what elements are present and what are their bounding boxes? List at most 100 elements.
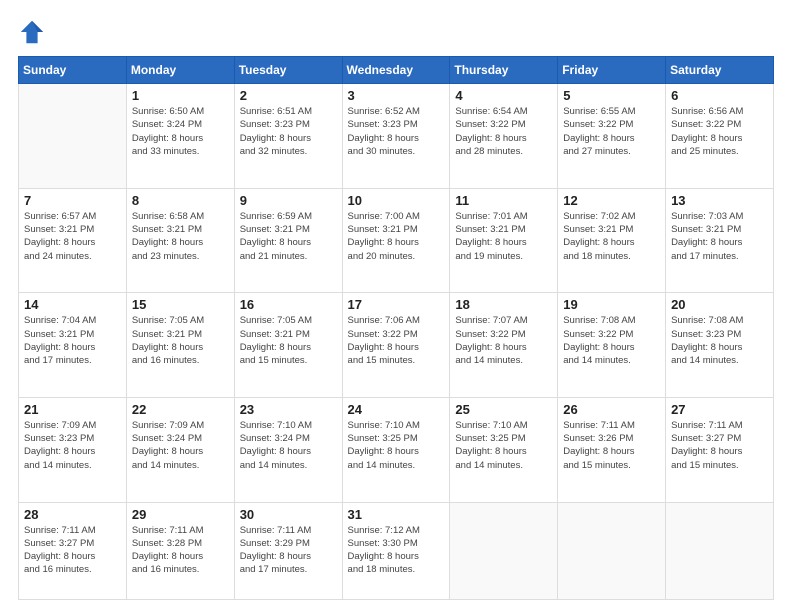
day-number: 4 xyxy=(455,88,552,103)
calendar-cell: 6 Sunrise: 6:56 AMSunset: 3:22 PMDaylight… xyxy=(666,84,774,189)
calendar-cell: 24 Sunrise: 7:10 AMSunset: 3:25 PMDayligh… xyxy=(342,397,450,502)
calendar-week-row: 1Sunrise: 6:50 AMSunset: 3:24 PMDaylight… xyxy=(19,84,774,189)
day-number: 9 xyxy=(240,193,337,208)
cell-info: Sunrise: 7:05 AMSunset: 3:21 PMDaylight:… xyxy=(132,314,229,367)
day-number: 16 xyxy=(240,297,337,312)
calendar-week-row: 21Sunrise: 7:09 AMSunset: 3:23 PMDayligh… xyxy=(19,397,774,502)
day-number: 23 xyxy=(240,402,337,417)
cell-info: Sunrise: 7:01 AMSunset: 3:21 PMDaylight:… xyxy=(455,210,552,263)
day-number: 12 xyxy=(563,193,660,208)
day-number: 28 xyxy=(24,507,121,522)
calendar-table: SundayMondayTuesdayWednesdayThursdayFrid… xyxy=(18,56,774,600)
day-number: 11 xyxy=(455,193,552,208)
calendar-cell: 27 Sunrise: 7:11 AMSunset: 3:27 PMDayligh… xyxy=(666,397,774,502)
day-number: 25 xyxy=(455,402,552,417)
calendar-cell: 28 Sunrise: 7:11 AMSunset: 3:27 PMDayligh… xyxy=(19,502,127,600)
day-number: 18 xyxy=(455,297,552,312)
day-number: 13 xyxy=(671,193,768,208)
cell-info: Sunrise: 7:10 AMSunset: 3:25 PMDaylight:… xyxy=(455,419,552,472)
cell-info: Sunrise: 6:58 AMSunset: 3:21 PMDaylight:… xyxy=(132,210,229,263)
calendar-cell: 31 Sunrise: 7:12 AMSunset: 3:30 PMDayligh… xyxy=(342,502,450,600)
calendar-cell: 12Sunrise: 7:02 AMSunset: 3:21 PMDayligh… xyxy=(558,188,666,293)
cell-info: Sunrise: 6:57 AMSunset: 3:21 PMDaylight:… xyxy=(24,210,121,263)
calendar-day-header: Friday xyxy=(558,57,666,84)
calendar-cell: 29 Sunrise: 7:11 AMSunset: 3:28 PMDayligh… xyxy=(126,502,234,600)
day-number: 15 xyxy=(132,297,229,312)
calendar-week-row: 28 Sunrise: 7:11 AMSunset: 3:27 PMDayligh… xyxy=(19,502,774,600)
cell-info: Sunrise: 7:04 AMSunset: 3:21 PMDaylight:… xyxy=(24,314,121,367)
day-number: 2 xyxy=(240,88,337,103)
calendar-cell xyxy=(558,502,666,600)
day-number: 14 xyxy=(24,297,121,312)
calendar-cell: 19 Sunrise: 7:08 AMSunset: 3:22 PMDayligh… xyxy=(558,293,666,398)
cell-info: Sunrise: 7:10 AMSunset: 3:25 PMDaylight:… xyxy=(348,419,445,472)
day-number: 3 xyxy=(348,88,445,103)
cell-info: Sunrise: 6:55 AMSunset: 3:22 PMDaylight:… xyxy=(563,105,660,158)
cell-info: Sunrise: 7:08 AMSunset: 3:23 PMDaylight:… xyxy=(671,314,768,367)
cell-info: Sunrise: 7:09 AMSunset: 3:24 PMDaylight:… xyxy=(132,419,229,472)
cell-info: Sunrise: 7:07 AMSunset: 3:22 PMDaylight:… xyxy=(455,314,552,367)
calendar-cell: 9 Sunrise: 6:59 AMSunset: 3:21 PMDaylight… xyxy=(234,188,342,293)
cell-info: Sunrise: 6:51 AMSunset: 3:23 PMDaylight:… xyxy=(240,105,337,158)
cell-info: Sunrise: 7:08 AMSunset: 3:22 PMDaylight:… xyxy=(563,314,660,367)
day-number: 27 xyxy=(671,402,768,417)
day-number: 19 xyxy=(563,297,660,312)
calendar-cell: 8Sunrise: 6:58 AMSunset: 3:21 PMDaylight… xyxy=(126,188,234,293)
calendar-header-row: SundayMondayTuesdayWednesdayThursdayFrid… xyxy=(19,57,774,84)
day-number: 17 xyxy=(348,297,445,312)
cell-info: Sunrise: 6:59 AMSunset: 3:21 PMDaylight:… xyxy=(240,210,337,263)
calendar-cell: 7 Sunrise: 6:57 AMSunset: 3:21 PMDaylight… xyxy=(19,188,127,293)
day-number: 22 xyxy=(132,402,229,417)
calendar-cell: 10 Sunrise: 7:00 AMSunset: 3:21 PMDayligh… xyxy=(342,188,450,293)
cell-info: Sunrise: 7:11 AMSunset: 3:28 PMDaylight:… xyxy=(132,524,229,577)
day-number: 21 xyxy=(24,402,121,417)
day-number: 7 xyxy=(24,193,121,208)
day-number: 30 xyxy=(240,507,337,522)
cell-info: Sunrise: 6:52 AMSunset: 3:23 PMDaylight:… xyxy=(348,105,445,158)
cell-info: Sunrise: 7:00 AMSunset: 3:21 PMDaylight:… xyxy=(348,210,445,263)
calendar-cell: 1Sunrise: 6:50 AMSunset: 3:24 PMDaylight… xyxy=(126,84,234,189)
day-number: 29 xyxy=(132,507,229,522)
cell-info: Sunrise: 7:05 AMSunset: 3:21 PMDaylight:… xyxy=(240,314,337,367)
header xyxy=(18,18,774,46)
calendar-cell: 18 Sunrise: 7:07 AMSunset: 3:22 PMDayligh… xyxy=(450,293,558,398)
calendar-day-header: Saturday xyxy=(666,57,774,84)
calendar-cell xyxy=(19,84,127,189)
day-number: 26 xyxy=(563,402,660,417)
calendar-cell: 5Sunrise: 6:55 AMSunset: 3:22 PMDaylight… xyxy=(558,84,666,189)
calendar-cell: 21Sunrise: 7:09 AMSunset: 3:23 PMDayligh… xyxy=(19,397,127,502)
cell-info: Sunrise: 7:11 AMSunset: 3:27 PMDaylight:… xyxy=(671,419,768,472)
page: SundayMondayTuesdayWednesdayThursdayFrid… xyxy=(0,0,792,612)
cell-info: Sunrise: 6:54 AMSunset: 3:22 PMDaylight:… xyxy=(455,105,552,158)
calendar-cell: 25 Sunrise: 7:10 AMSunset: 3:25 PMDayligh… xyxy=(450,397,558,502)
cell-info: Sunrise: 7:11 AMSunset: 3:27 PMDaylight:… xyxy=(24,524,121,577)
calendar-cell: 16 Sunrise: 7:05 AMSunset: 3:21 PMDayligh… xyxy=(234,293,342,398)
calendar-day-header: Thursday xyxy=(450,57,558,84)
cell-info: Sunrise: 7:11 AMSunset: 3:29 PMDaylight:… xyxy=(240,524,337,577)
cell-info: Sunrise: 7:03 AMSunset: 3:21 PMDaylight:… xyxy=(671,210,768,263)
cell-info: Sunrise: 7:11 AMSunset: 3:26 PMDaylight:… xyxy=(563,419,660,472)
calendar-day-header: Sunday xyxy=(19,57,127,84)
calendar-day-header: Tuesday xyxy=(234,57,342,84)
calendar-cell: 2 Sunrise: 6:51 AMSunset: 3:23 PMDaylight… xyxy=(234,84,342,189)
calendar-cell xyxy=(450,502,558,600)
day-number: 31 xyxy=(348,507,445,522)
day-number: 24 xyxy=(348,402,445,417)
calendar-cell: 30 Sunrise: 7:11 AMSunset: 3:29 PMDayligh… xyxy=(234,502,342,600)
day-number: 6 xyxy=(671,88,768,103)
cell-info: Sunrise: 6:56 AMSunset: 3:22 PMDaylight:… xyxy=(671,105,768,158)
cell-info: Sunrise: 7:12 AMSunset: 3:30 PMDaylight:… xyxy=(348,524,445,577)
logo-icon xyxy=(18,18,46,46)
day-number: 10 xyxy=(348,193,445,208)
calendar-cell: 22 Sunrise: 7:09 AMSunset: 3:24 PMDayligh… xyxy=(126,397,234,502)
calendar-week-row: 7 Sunrise: 6:57 AMSunset: 3:21 PMDaylight… xyxy=(19,188,774,293)
calendar-cell: 26 Sunrise: 7:11 AMSunset: 3:26 PMDayligh… xyxy=(558,397,666,502)
cell-info: Sunrise: 7:06 AMSunset: 3:22 PMDaylight:… xyxy=(348,314,445,367)
day-number: 1 xyxy=(132,88,229,103)
calendar-cell: 3 Sunrise: 6:52 AMSunset: 3:23 PMDaylight… xyxy=(342,84,450,189)
calendar-cell: 20Sunrise: 7:08 AMSunset: 3:23 PMDayligh… xyxy=(666,293,774,398)
calendar-cell xyxy=(666,502,774,600)
calendar-week-row: 14 Sunrise: 7:04 AMSunset: 3:21 PMDayligh… xyxy=(19,293,774,398)
calendar-cell: 11 Sunrise: 7:01 AMSunset: 3:21 PMDayligh… xyxy=(450,188,558,293)
calendar-cell: 4 Sunrise: 6:54 AMSunset: 3:22 PMDaylight… xyxy=(450,84,558,189)
